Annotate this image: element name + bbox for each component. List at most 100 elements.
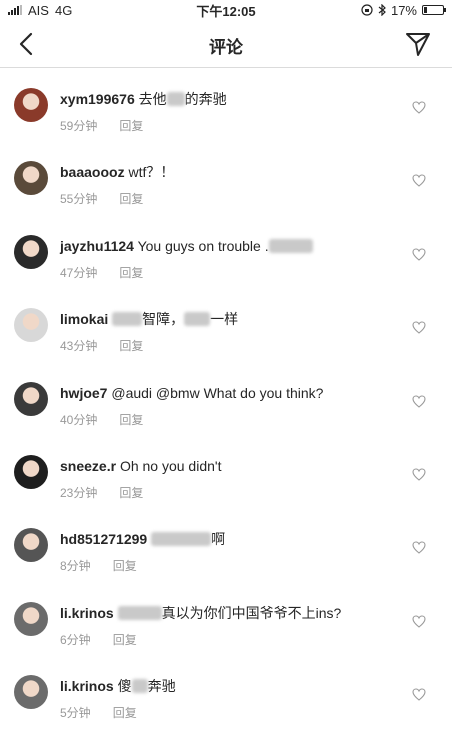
comment-text: xym199676 去他 的奔驰	[60, 90, 402, 108]
comment-text: jayzhu1124 You guys on trouble .	[60, 237, 402, 255]
reply-button[interactable]: 回复	[119, 413, 143, 427]
avatar[interactable]	[14, 88, 48, 122]
comment-item: limokai 智障， 一样 43分钟 回复	[0, 288, 452, 361]
comment-text: limokai 智障， 一样	[60, 310, 402, 328]
redacted-text	[184, 312, 211, 327]
like-heart-icon[interactable]	[412, 174, 426, 188]
comment-meta: 59分钟 回复	[60, 117, 165, 134]
comment-body-part: 一样	[210, 311, 239, 328]
comment-text: li.krinos 真以为你们中国爷爷不上ins?	[60, 604, 402, 622]
avatar[interactable]	[14, 308, 48, 343]
comment-body-part: 奔驰	[147, 678, 176, 695]
like-heart-icon[interactable]	[412, 321, 426, 334]
redacted-text	[131, 679, 148, 694]
comment-item: baaaoooz wtf？！ 55分钟 回复	[0, 141, 452, 214]
comment-username[interactable]: hwjoe7	[60, 385, 107, 401]
comment-text: baaaoooz wtf？！	[60, 163, 402, 181]
comment-meta: 5分钟 回复	[60, 704, 159, 721]
comment-meta: 40分钟 回复	[60, 411, 165, 428]
comment-meta: 6分钟 回复	[60, 631, 159, 648]
comment-body-part: 的奔驰	[184, 91, 227, 107]
avatar[interactable]	[14, 454, 48, 489]
reply-button[interactable]: 回复	[113, 559, 137, 573]
comment-body-part: 啊	[211, 531, 226, 548]
comment-meta: 43分钟 回复	[60, 337, 165, 354]
reply-button[interactable]: 回复	[119, 339, 143, 353]
reply-button[interactable]: 回复	[113, 633, 137, 647]
comment-item: xym199676 去他 的奔驰 59分钟 回复	[0, 68, 452, 141]
signal-icon	[8, 5, 22, 15]
send-icon[interactable]	[404, 30, 432, 58]
comment-body-part: @audi @bmw What do you think?	[111, 384, 324, 401]
comment-time: 23分钟	[60, 485, 98, 500]
avatar[interactable]	[14, 675, 48, 710]
comment-body-part: Oh no you didn't	[119, 457, 222, 474]
comment-item: jayzhu1124 You guys on trouble . 47分钟 回复	[0, 215, 452, 288]
comment-time: 43分钟	[60, 339, 98, 354]
comment-time: 6分钟	[60, 632, 91, 647]
like-heart-icon[interactable]	[412, 101, 426, 114]
comment-body-part: 去他	[138, 91, 167, 107]
reply-button[interactable]: 回复	[119, 266, 143, 280]
comment-username[interactable]: baaaoooz	[60, 164, 125, 180]
status-left: AIS 4G	[8, 3, 72, 18]
comment-time: 47分钟	[60, 265, 98, 280]
comment-time: 5分钟	[60, 706, 91, 721]
comment-text: hd851271299 啊	[60, 530, 402, 548]
avatar[interactable]	[14, 234, 48, 269]
like-heart-icon[interactable]	[412, 468, 426, 481]
avatar[interactable]	[14, 381, 48, 416]
status-right: 17%	[361, 2, 446, 18]
comment-time: 55分钟	[60, 192, 98, 207]
network-label: 4G	[54, 2, 73, 18]
comment-body-part: 智障，	[142, 311, 185, 328]
comment-time: 40分钟	[60, 412, 98, 427]
comment-meta: 55分钟 回复	[60, 190, 165, 207]
like-heart-icon[interactable]	[412, 688, 426, 701]
comment-username[interactable]: xym199676	[60, 91, 135, 107]
status-bar: AIS 4G 下午12:05 17%	[0, 0, 452, 20]
comment-body-part: wtf？！	[128, 164, 175, 181]
bluetooth-icon	[378, 4, 386, 16]
comment-text: hwjoe7 @audi @bmw What do you think?	[60, 384, 402, 402]
comment-username[interactable]: limokai	[60, 311, 108, 327]
redacted-text	[117, 605, 162, 620]
comment-body-part: 真以为你们中国爷爷不上ins?	[161, 604, 342, 621]
redacted-text	[166, 92, 185, 106]
comment-item: sneeze.r Oh no you didn't 23分钟 回复	[0, 435, 452, 508]
comment-meta: 8分钟 回复	[60, 557, 159, 574]
carrier-label: AIS	[28, 2, 49, 18]
page-title: 评论	[209, 38, 243, 57]
like-heart-icon[interactable]	[412, 395, 426, 408]
reply-button[interactable]: 回复	[119, 192, 143, 206]
comment-item: hd851271299 啊 8分钟 回复	[0, 508, 452, 581]
avatar[interactable]	[14, 601, 48, 636]
comment-body-part: You guys on trouble .	[137, 237, 269, 254]
comment-time: 8分钟	[60, 559, 91, 574]
like-heart-icon[interactable]	[412, 248, 426, 261]
like-heart-icon[interactable]	[412, 615, 426, 628]
comment-username[interactable]: hd851271299	[60, 531, 147, 547]
comment-meta: 23分钟 回复	[60, 484, 165, 501]
comment-time: 59分钟	[60, 119, 98, 133]
avatar[interactable]	[14, 161, 48, 196]
battery-icon	[422, 5, 446, 15]
comment-username[interactable]: sneeze.r	[60, 458, 116, 474]
redacted-text	[112, 312, 143, 327]
like-heart-icon[interactable]	[412, 541, 426, 555]
orientation-lock-icon	[361, 4, 373, 16]
reply-button[interactable]: 回复	[113, 706, 137, 720]
comment-username[interactable]: jayzhu1124	[60, 238, 134, 254]
comment-item: li.krinos 真以为你们中国爷爷不上ins? 6分钟 回复	[0, 582, 452, 655]
comment-username[interactable]: li.krinos	[60, 678, 114, 694]
comment-text: sneeze.r Oh no you didn't	[60, 457, 402, 475]
comment-username[interactable]: li.krinos	[60, 605, 114, 621]
comment-meta: 47分钟 回复	[60, 264, 165, 281]
reply-button[interactable]: 回复	[119, 486, 143, 500]
comment-body-part: 傻	[117, 678, 132, 695]
reply-button[interactable]: 回复	[119, 119, 143, 133]
comment-text: li.krinos 傻奔驰	[60, 677, 402, 695]
battery-percent: 17%	[390, 2, 417, 18]
avatar[interactable]	[14, 528, 48, 563]
comment-list: xym199676 去他 的奔驰 59分钟 回复 baaaoooz wtf？！ 55分钟回…	[0, 68, 452, 729]
